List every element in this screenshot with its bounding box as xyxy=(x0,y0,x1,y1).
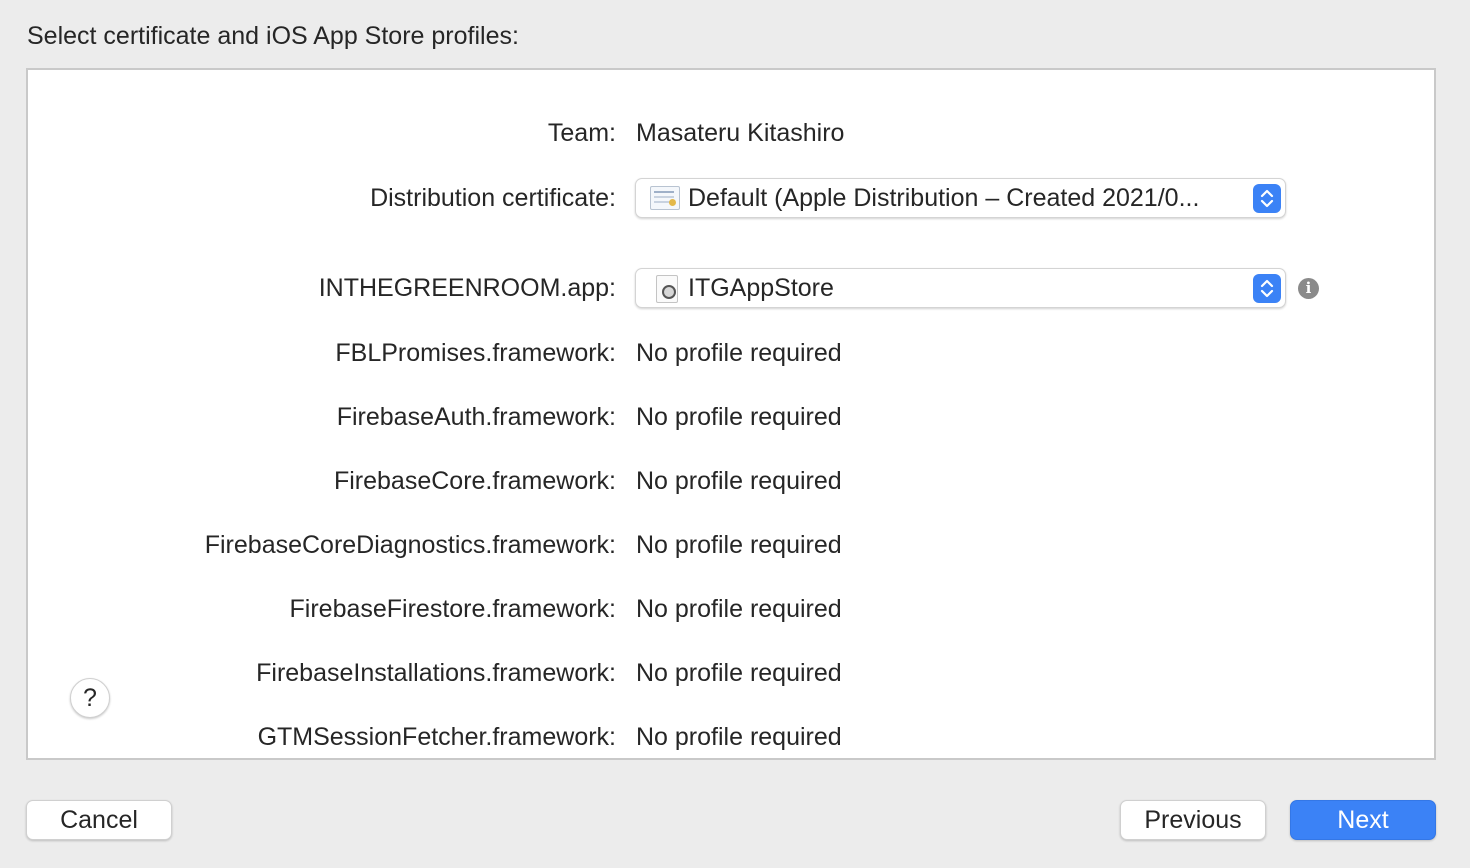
framework-label: FirebaseInstallations.framework: xyxy=(256,659,616,687)
framework-label: FirebaseAuth.framework: xyxy=(336,403,616,431)
certificate-popup[interactable]: Default (Apple Distribution – Created 20… xyxy=(635,178,1286,218)
framework-label: FirebaseCoreDiagnostics.framework: xyxy=(204,531,616,559)
framework-row: FirebaseFirestore.framework: No profile … xyxy=(28,589,1434,629)
framework-value: No profile required xyxy=(636,531,842,559)
app-profile-popup[interactable]: ITGAppStore xyxy=(635,268,1286,308)
framework-value: No profile required xyxy=(636,595,842,623)
certificate-selected: Default (Apple Distribution – Created 20… xyxy=(688,184,1200,212)
cancel-button[interactable]: Cancel xyxy=(26,800,172,840)
framework-label: GTMSessionFetcher.framework: xyxy=(257,723,616,751)
next-button[interactable]: Next xyxy=(1290,800,1436,840)
framework-value: No profile required xyxy=(636,723,842,751)
app-row: INTHEGREENROOM.app: ITGAppStore i xyxy=(28,268,1434,308)
framework-value: No profile required xyxy=(636,339,842,367)
framework-label: FirebaseFirestore.framework: xyxy=(289,595,616,623)
page-title: Select certificate and iOS App Store pro… xyxy=(27,22,519,50)
team-label: Team: xyxy=(547,119,616,147)
app-icon xyxy=(656,275,678,303)
help-button[interactable]: ? xyxy=(70,678,110,718)
framework-row: FirebaseCoreDiagnostics.framework: No pr… xyxy=(28,525,1434,565)
framework-label: FBLPromises.framework: xyxy=(335,339,616,367)
signing-panel: Team: Masateru Kitashiro Distribution ce… xyxy=(26,68,1436,760)
team-value: Masateru Kitashiro xyxy=(636,119,845,147)
help-icon: ? xyxy=(83,684,97,712)
framework-row: FirebaseAuth.framework: No profile requi… xyxy=(28,397,1434,437)
info-icon[interactable]: i xyxy=(1298,278,1319,299)
team-row: Team: Masateru Kitashiro xyxy=(28,113,1434,153)
app-profile-selected: ITGAppStore xyxy=(688,274,834,302)
framework-row: FirebaseInstallations.framework: No prof… xyxy=(28,653,1434,693)
framework-value: No profile required xyxy=(636,659,842,687)
chevron-up-down-icon[interactable] xyxy=(1253,184,1281,213)
certificate-row: Distribution certificate: Default (Apple… xyxy=(28,178,1434,218)
certificate-icon xyxy=(650,186,680,210)
framework-row: GTMSessionFetcher.framework: No profile … xyxy=(28,717,1434,757)
app-label: INTHEGREENROOM.app: xyxy=(318,274,616,302)
framework-row: FirebaseCore.framework: No profile requi… xyxy=(28,461,1434,501)
framework-value: No profile required xyxy=(636,403,842,431)
previous-button[interactable]: Previous xyxy=(1120,800,1266,840)
chevron-up-down-icon[interactable] xyxy=(1253,274,1281,303)
framework-row: FBLPromises.framework: No profile requir… xyxy=(28,333,1434,373)
certificate-label: Distribution certificate: xyxy=(370,184,616,212)
framework-value: No profile required xyxy=(636,467,842,495)
framework-label: FirebaseCore.framework: xyxy=(333,467,616,495)
